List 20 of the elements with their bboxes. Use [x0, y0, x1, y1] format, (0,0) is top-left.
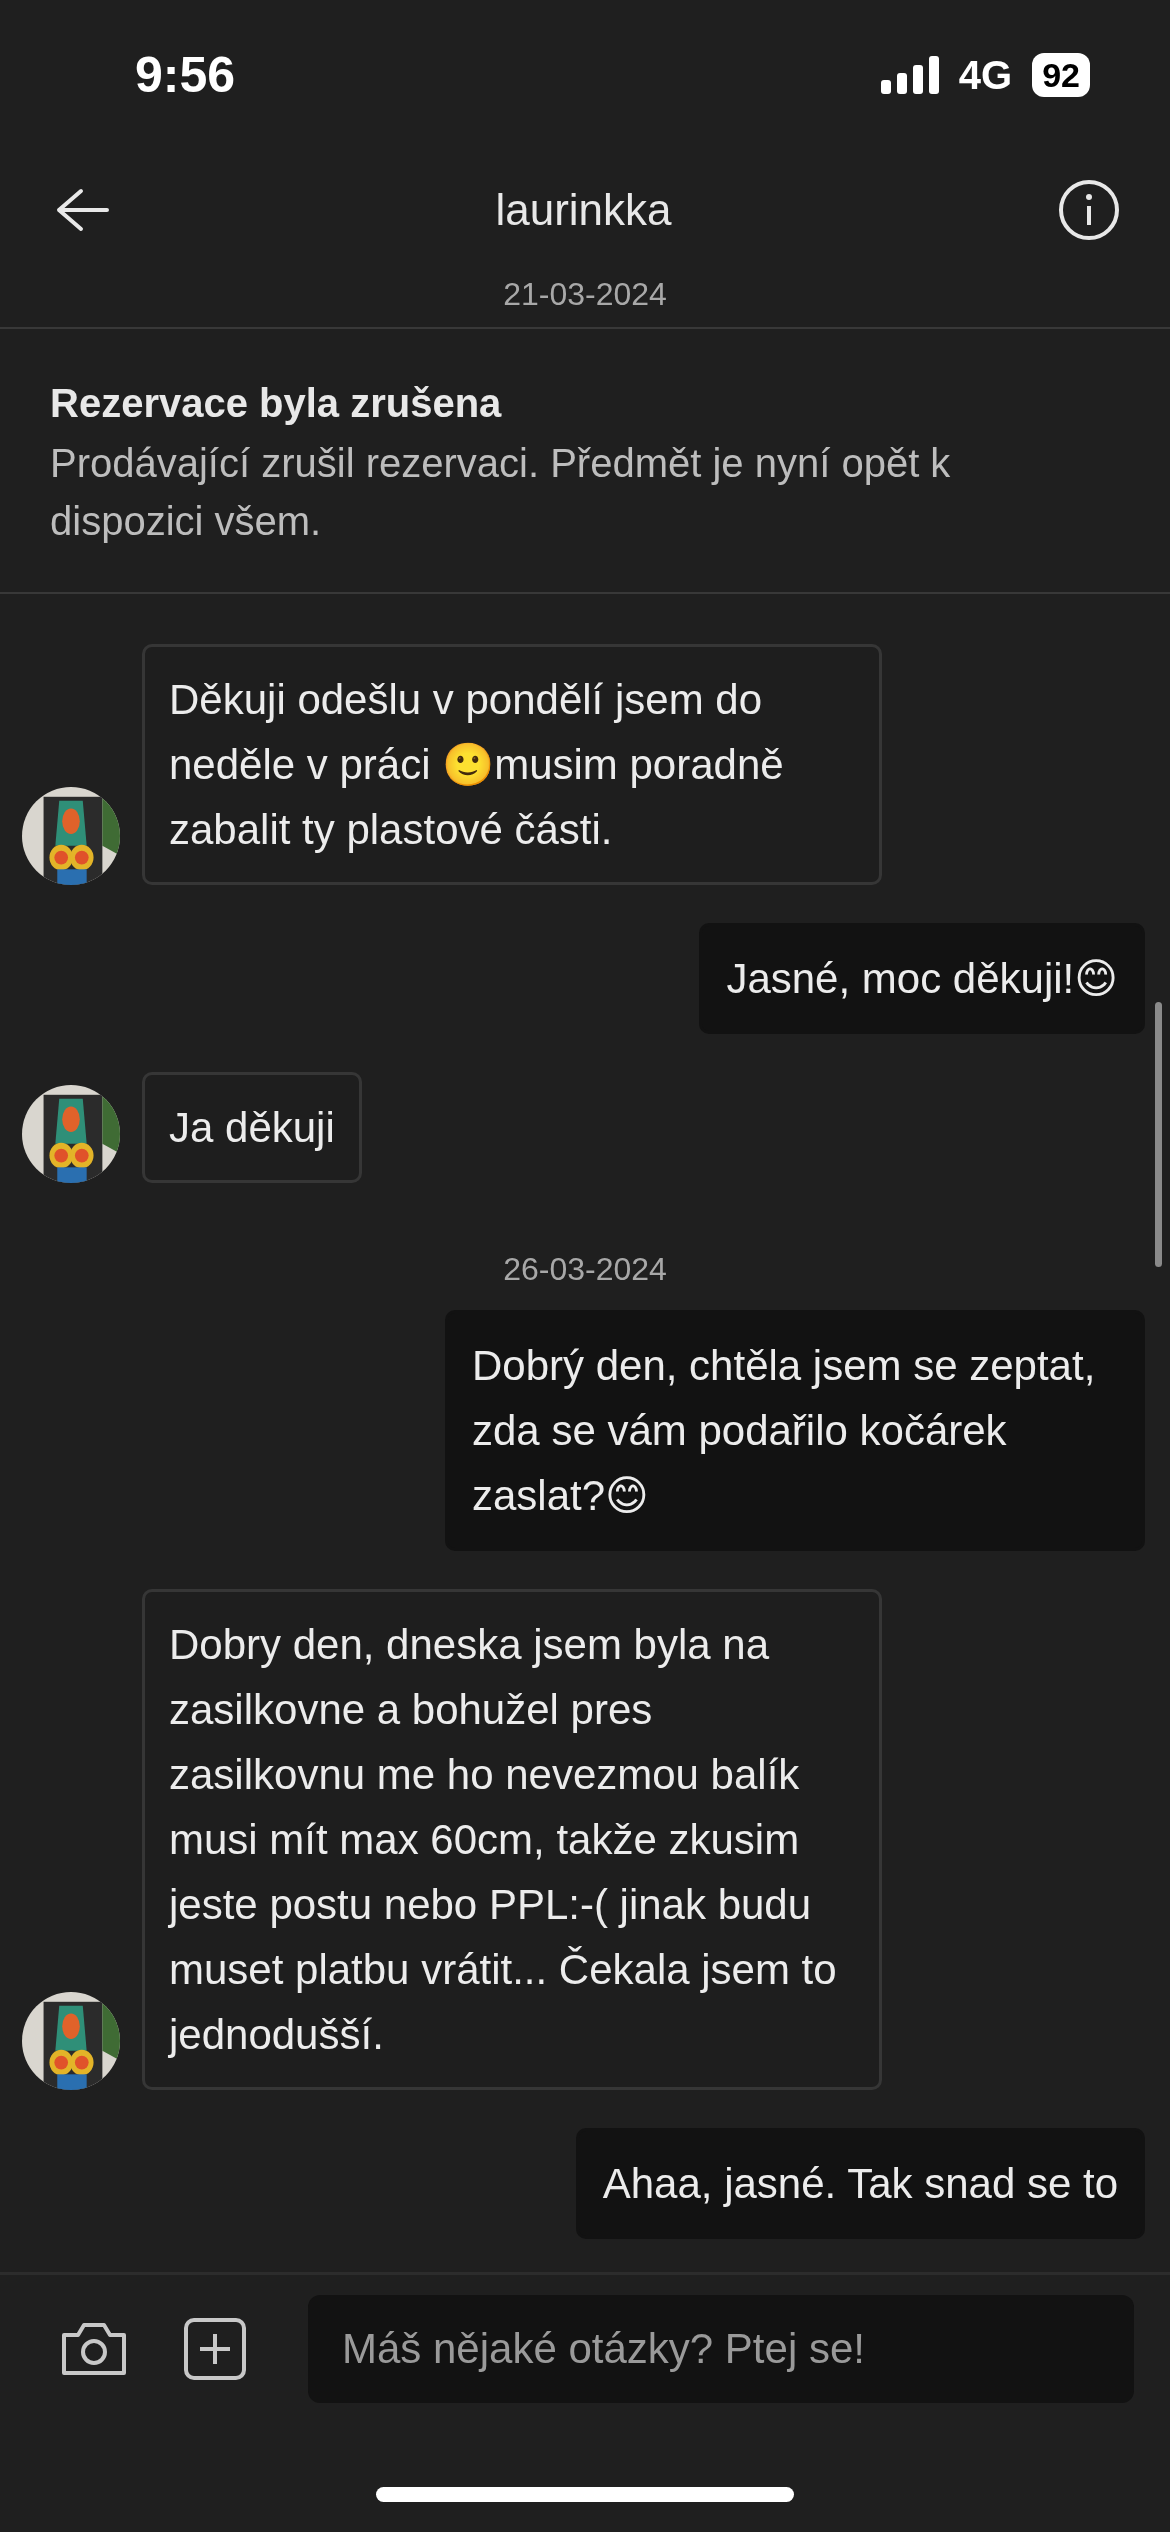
network-label: 4G [958, 52, 1013, 98]
chat-title: laurinkka [495, 185, 672, 235]
notice-text: Prodávající zrušil rezervaci. Předmět je nyní opět k dispozici všem. [50, 440, 952, 545]
received-message: Ja děkuji [142, 1072, 362, 1183]
notice-title: Rezervace byla zrušena [50, 381, 503, 426]
received-message: Dobry den, dneska jsem byla na zasilkovne a bohužel pres zasilkovnu me ho nevezmou balík musi mít max 60cm, takže zkusim jeste postu nebo PPL:-( jinak budu muset platbu vrátit... Čekala jsem to jednodušší. [142, 1589, 882, 2090]
info-button[interactable] [1058, 179, 1120, 241]
signal-icon [880, 56, 939, 94]
message-input[interactable]: Máš nějaké otázky? Ptej se! [308, 2295, 1134, 2403]
back-button[interactable] [55, 188, 109, 232]
add-button[interactable] [184, 2318, 246, 2380]
date-separator: 21-03-2024 [503, 276, 667, 313]
status-time: 9:56 [135, 46, 236, 104]
sent-message: Ahaa, jasné. Tak snad se to [575, 2128, 1145, 2239]
received-message: Děkuji odešlu v pondělí jsem do neděle v práci 🙂musim poradně zabalit ty plastové části. [142, 644, 882, 885]
sent-message: Jasné, moc děkuji!😊 [699, 923, 1145, 1034]
battery-level: 92 [1032, 53, 1090, 97]
date-separator: 26-03-2024 [503, 1251, 667, 1288]
sent-message: Dobrý den, chtěla jsem se zeptat, zda se vám podařilo kočárek zaslat?😊 [445, 1310, 1145, 1551]
camera-button[interactable] [60, 2321, 128, 2377]
